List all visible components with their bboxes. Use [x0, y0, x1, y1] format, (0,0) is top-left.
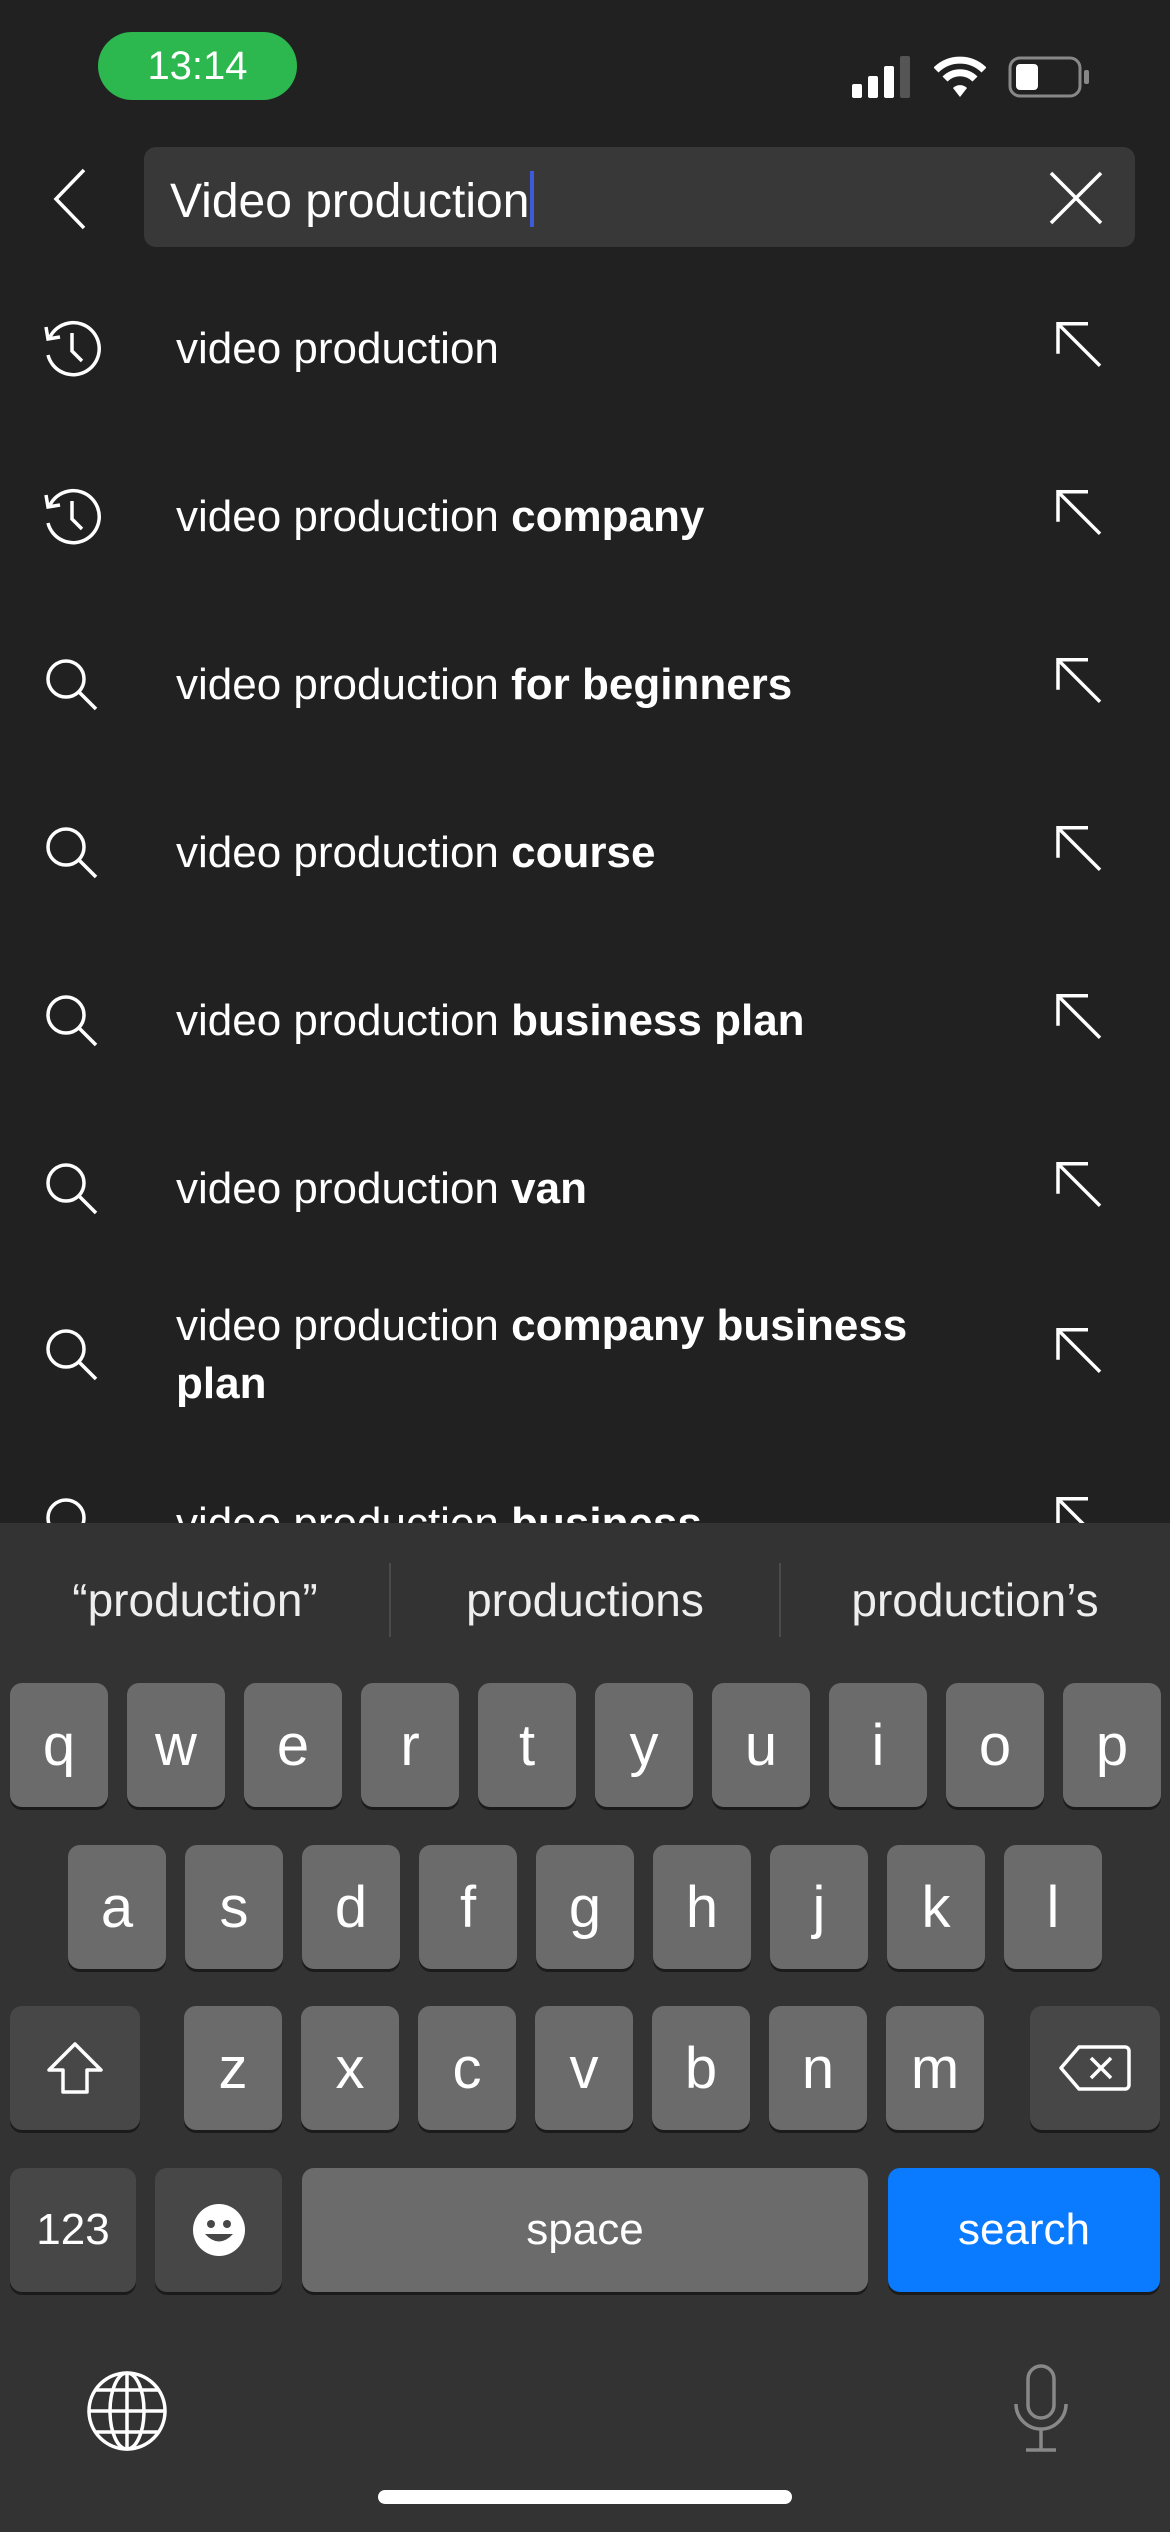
key-w[interactable]: w — [127, 1683, 225, 1807]
prediction-3[interactable]: production’s — [790, 1555, 1160, 1645]
search-icon — [40, 821, 104, 885]
key-p[interactable]: p — [1063, 1683, 1161, 1807]
arrow-up-left-icon[interactable] — [1052, 1324, 1104, 1376]
key-a[interactable]: a — [68, 1845, 166, 1969]
key-l[interactable]: l — [1004, 1845, 1102, 1969]
space-key[interactable]: space — [302, 2168, 868, 2292]
key-v[interactable]: v — [535, 2006, 633, 2130]
wifi-icon — [934, 56, 986, 97]
key-s[interactable]: s — [185, 1845, 283, 1969]
text-caret — [530, 171, 535, 227]
search-icon — [40, 1323, 104, 1387]
emoji-icon — [192, 2204, 245, 2256]
prediction-2[interactable]: productions — [400, 1555, 770, 1645]
prediction-1[interactable]: “production” — [10, 1555, 380, 1645]
globe-icon[interactable] — [86, 2370, 168, 2452]
key-h[interactable]: h — [653, 1845, 751, 1969]
microphone-icon[interactable] — [1010, 2364, 1072, 2454]
key-k[interactable]: k — [887, 1845, 985, 1969]
suggestion-item[interactable]: video production — [0, 265, 1170, 433]
key-q[interactable]: q — [10, 1683, 108, 1807]
key-y[interactable]: y — [595, 1683, 693, 1807]
suggestion-text: video production company — [176, 492, 705, 541]
suggestion-item[interactable]: video production company — [0, 433, 1170, 601]
key-e[interactable]: e — [244, 1683, 342, 1807]
suggestion-text: video production company business plan — [176, 1301, 908, 1408]
suggestion-text: video production business plan — [176, 996, 805, 1045]
emoji-key[interactable] — [155, 2168, 282, 2292]
key-m[interactable]: m — [886, 2006, 984, 2130]
key-c[interactable]: c — [418, 2006, 516, 2130]
key-t[interactable]: t — [478, 1683, 576, 1807]
search-input[interactable]: Video production — [144, 147, 1135, 247]
history-icon — [40, 317, 104, 381]
delete-key[interactable] — [1030, 2006, 1160, 2130]
key-r[interactable]: r — [361, 1683, 459, 1807]
key-d[interactable]: d — [302, 1845, 400, 1969]
arrow-up-left-icon[interactable] — [1052, 1158, 1104, 1210]
cellular-signal-icon — [852, 56, 910, 98]
arrow-up-left-icon[interactable] — [1052, 318, 1104, 370]
suggestion-item[interactable]: video production course — [0, 769, 1170, 937]
home-indicator[interactable] — [378, 2490, 792, 2504]
back-button[interactable] — [50, 168, 90, 230]
suggestion-item[interactable]: video production for beginners — [0, 601, 1170, 769]
numbers-key[interactable]: 123 — [10, 2168, 136, 2292]
search-icon — [40, 653, 104, 717]
suggestion-text: video production — [176, 324, 499, 373]
search-key[interactable]: search — [888, 2168, 1160, 2292]
divider — [779, 1563, 781, 1637]
key-x[interactable]: x — [301, 2006, 399, 2130]
suggestion-text: video production for beginners — [176, 660, 793, 709]
suggestion-text: video production course — [176, 828, 656, 877]
battery-icon — [1008, 56, 1089, 98]
time-pill: 13:14 — [98, 32, 297, 100]
key-n[interactable]: n — [769, 2006, 867, 2130]
status-time: 13:14 — [147, 43, 248, 88]
key-o[interactable]: o — [946, 1683, 1044, 1807]
key-j[interactable]: j — [770, 1845, 868, 1969]
arrow-up-left-icon[interactable] — [1052, 990, 1104, 1042]
arrow-up-left-icon[interactable] — [1052, 654, 1104, 706]
key-f[interactable]: f — [419, 1845, 517, 1969]
search-icon — [40, 1157, 104, 1221]
close-icon[interactable] — [1048, 171, 1104, 225]
search-query[interactable]: Video production — [170, 175, 529, 228]
backspace-icon — [1059, 2045, 1131, 2091]
suggestion-item[interactable]: video production van — [0, 1105, 1170, 1273]
arrow-up-left-icon[interactable] — [1052, 822, 1104, 874]
key-z[interactable]: z — [184, 2006, 282, 2130]
suggestion-text: video production van — [176, 1164, 587, 1213]
arrow-up-left-icon[interactable] — [1052, 486, 1104, 538]
shift-icon — [47, 2042, 103, 2094]
divider — [389, 1563, 391, 1637]
suggestion-item[interactable]: video production business plan — [0, 937, 1170, 1105]
key-i[interactable]: i — [829, 1683, 927, 1807]
shift-key[interactable] — [10, 2006, 140, 2130]
suggestion-item[interactable]: video production company business plan — [0, 1271, 1170, 1439]
search-icon — [40, 989, 104, 1053]
history-icon — [40, 485, 104, 549]
key-g[interactable]: g — [536, 1845, 634, 1969]
key-u[interactable]: u — [712, 1683, 810, 1807]
key-b[interactable]: b — [652, 2006, 750, 2130]
